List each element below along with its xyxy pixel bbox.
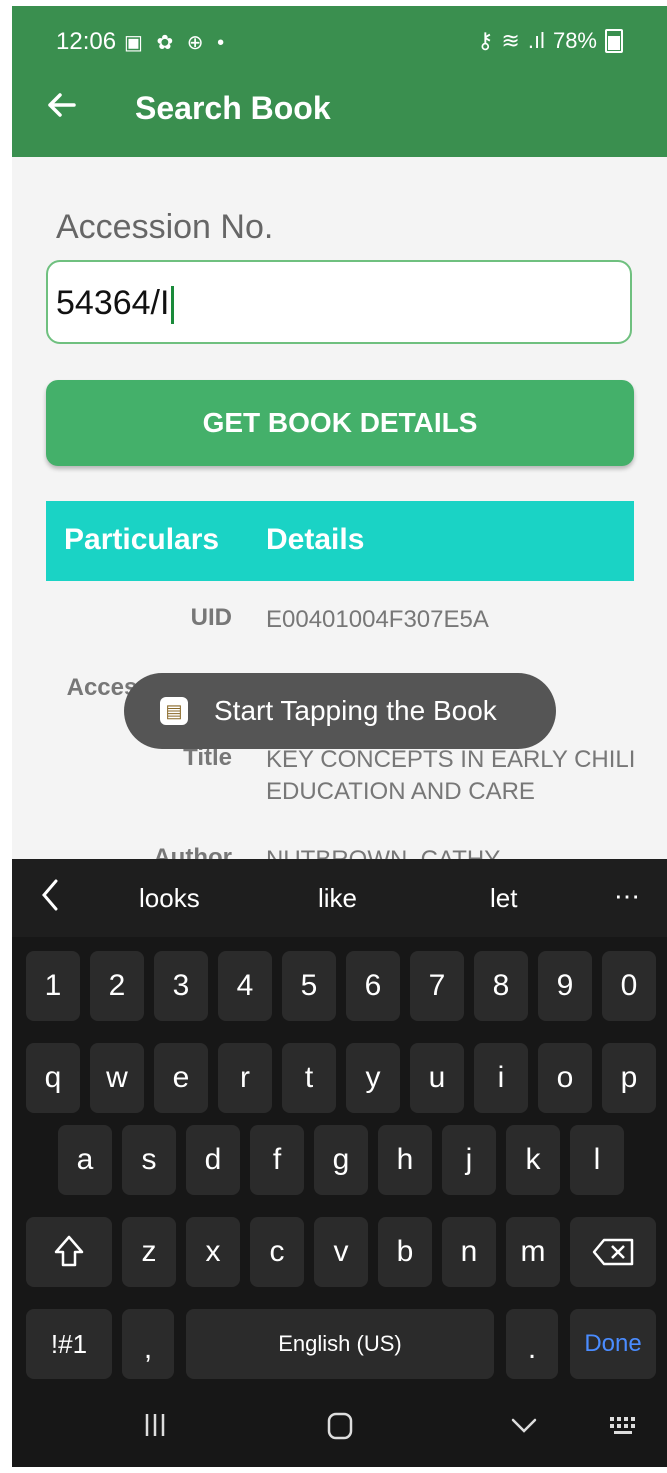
key-3[interactable]: 3 bbox=[154, 951, 208, 1021]
get-book-details-button[interactable]: GET BOOK DETAILS bbox=[46, 380, 634, 466]
key-q[interactable]: q bbox=[26, 1043, 80, 1113]
key-j[interactable]: j bbox=[442, 1125, 496, 1195]
status-bar: 12:06 ▣ ✿ ⊕ • ⚷ ≋ .ıl 78% bbox=[12, 6, 667, 72]
row-value-line2: EDUCATION AND CARE bbox=[266, 778, 535, 805]
key-9[interactable]: 9 bbox=[538, 951, 592, 1021]
comma-key[interactable]: , bbox=[122, 1309, 174, 1379]
suggestion-3[interactable]: let bbox=[490, 883, 517, 914]
key-l[interactable]: l bbox=[570, 1125, 624, 1195]
key-c[interactable]: c bbox=[250, 1217, 304, 1287]
key-z[interactable]: z bbox=[122, 1217, 176, 1287]
toast-text: Start Tapping the Book bbox=[214, 695, 497, 726]
key-2[interactable]: 2 bbox=[90, 951, 144, 1021]
period-key[interactable]: . bbox=[506, 1309, 558, 1379]
suggestion-2[interactable]: like bbox=[318, 883, 357, 914]
backspace-icon[interactable] bbox=[570, 1217, 656, 1287]
key-h[interactable]: h bbox=[378, 1125, 432, 1195]
key-x[interactable]: x bbox=[186, 1217, 240, 1287]
page-title: Search Book bbox=[135, 90, 331, 126]
accession-value: 54364/I bbox=[56, 284, 170, 322]
key-e[interactable]: e bbox=[154, 1043, 208, 1113]
key-1[interactable]: 1 bbox=[26, 951, 80, 1021]
key-4[interactable]: 4 bbox=[218, 951, 272, 1021]
home-icon[interactable] bbox=[326, 1411, 354, 1449]
key-icon: ⚷ bbox=[477, 28, 494, 53]
key-6[interactable]: 6 bbox=[346, 951, 400, 1021]
key-u[interactable]: u bbox=[410, 1043, 464, 1113]
table-header: Particulars Details bbox=[46, 501, 634, 581]
key-v[interactable]: v bbox=[314, 1217, 368, 1287]
key-f[interactable]: f bbox=[250, 1125, 304, 1195]
hide-keyboard-icon[interactable] bbox=[510, 1411, 538, 1447]
key-o[interactable]: o bbox=[538, 1043, 592, 1113]
text-cursor bbox=[171, 286, 175, 325]
key-y[interactable]: y bbox=[346, 1043, 400, 1113]
space-key[interactable]: English (US) bbox=[186, 1309, 494, 1379]
key-d[interactable]: d bbox=[186, 1125, 240, 1195]
key-m[interactable]: m bbox=[506, 1217, 560, 1287]
battery-level: 78% bbox=[552, 28, 597, 53]
toast-message: ▤ Start Tapping the Book bbox=[124, 673, 556, 749]
key-8[interactable]: 8 bbox=[474, 951, 528, 1021]
navigation-bar bbox=[12, 1389, 667, 1467]
suggestion-1[interactable]: looks bbox=[139, 883, 200, 914]
key-w[interactable]: w bbox=[90, 1043, 144, 1113]
wifi-icon: ≋ bbox=[501, 28, 520, 53]
app-screen: 12:06 ▣ ✿ ⊕ • ⚷ ≋ .ıl 78% Search Book Ac… bbox=[12, 6, 667, 1467]
key-b[interactable]: b bbox=[378, 1217, 432, 1287]
key-5[interactable]: 5 bbox=[282, 951, 336, 1021]
suggestion-bar: looks like let ⋯ bbox=[12, 859, 667, 937]
symbols-key[interactable]: !#1 bbox=[26, 1309, 112, 1379]
keyboard: looks like let ⋯ 1234567890 qwertyuiop asd… bbox=[12, 859, 667, 1467]
key-i[interactable]: i bbox=[474, 1043, 528, 1113]
more-options-icon[interactable]: ⋯ bbox=[614, 881, 640, 912]
header-details: Details bbox=[266, 523, 365, 556]
key-t[interactable]: t bbox=[282, 1043, 336, 1113]
row-value: E00401004F307E5A bbox=[266, 606, 489, 633]
battery-icon bbox=[605, 29, 623, 53]
key-g[interactable]: g bbox=[314, 1125, 368, 1195]
recent-apps-icon[interactable] bbox=[142, 1411, 168, 1447]
key-0[interactable]: 0 bbox=[602, 951, 656, 1021]
system-icons: ⚷ ≋ .ıl 78% bbox=[477, 28, 623, 54]
key-k[interactable]: k bbox=[506, 1125, 560, 1195]
key-7[interactable]: 7 bbox=[410, 951, 464, 1021]
accession-input[interactable]: 54364/I bbox=[46, 260, 632, 344]
header-particulars: Particulars bbox=[64, 523, 220, 556]
key-r[interactable]: r bbox=[218, 1043, 272, 1113]
accession-label: Accession No. bbox=[56, 208, 274, 246]
shift-icon[interactable] bbox=[26, 1217, 112, 1287]
signal-icon: .ıl bbox=[527, 28, 545, 53]
app-icon: ▤ bbox=[160, 697, 188, 725]
back-arrow-icon[interactable] bbox=[44, 88, 84, 128]
notification-icons: ▣ ✿ ⊕ • bbox=[124, 32, 229, 54]
chevron-left-icon[interactable] bbox=[40, 877, 60, 920]
key-a[interactable]: a bbox=[58, 1125, 112, 1195]
row-key: UID bbox=[190, 604, 232, 631]
done-key[interactable]: Done bbox=[570, 1309, 656, 1379]
status-time: 12:06 bbox=[56, 28, 117, 55]
keyboard-switch-icon[interactable] bbox=[608, 1411, 642, 1447]
key-p[interactable]: p bbox=[602, 1043, 656, 1113]
key-s[interactable]: s bbox=[122, 1125, 176, 1195]
app-bar: 12:06 ▣ ✿ ⊕ • ⚷ ≋ .ıl 78% Search Book bbox=[12, 6, 667, 157]
key-n[interactable]: n bbox=[442, 1217, 496, 1287]
